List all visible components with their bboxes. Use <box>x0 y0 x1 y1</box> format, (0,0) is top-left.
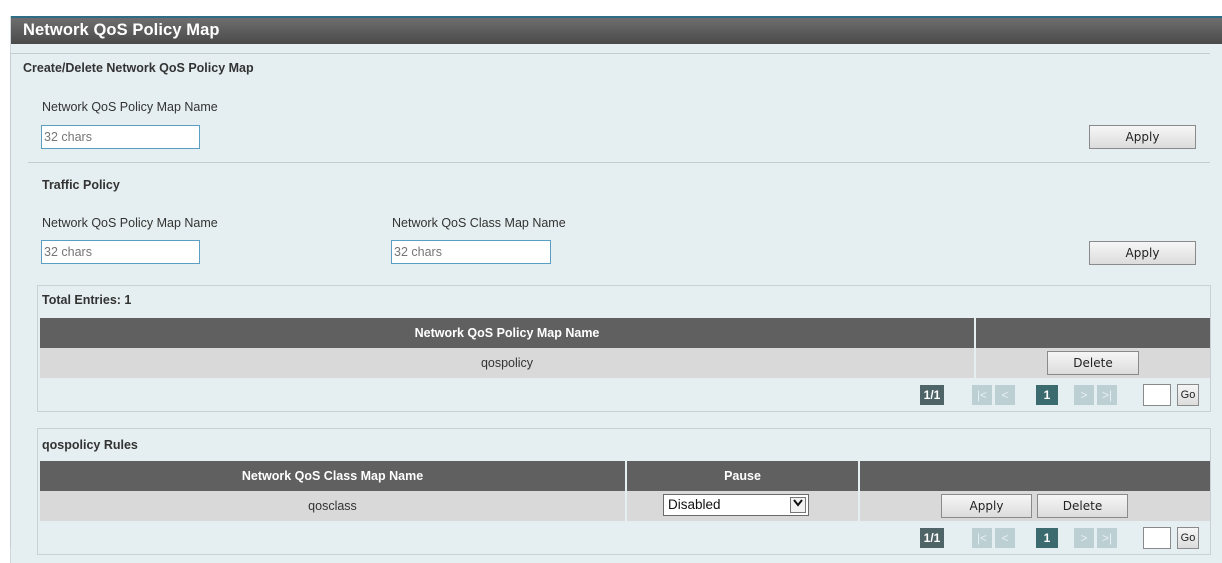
create-legend: Create/Delete Network QoS Policy Map <box>19 61 258 75</box>
create-apply-button[interactable]: Apply <box>1089 125 1196 149</box>
page-title: Network QoS Policy Map <box>23 21 220 39</box>
title-bar: Network QoS Policy Map <box>11 16 1222 44</box>
col-rule-actions <box>860 461 1210 491</box>
go-button[interactable]: Go <box>1177 384 1199 406</box>
last-page-button[interactable]: >| <box>1097 385 1117 405</box>
tp-policy-input[interactable] <box>41 240 200 264</box>
page-info: 1/1 <box>920 385 944 405</box>
pause-select-value: Disabled <box>668 497 721 512</box>
rules-current-page[interactable]: 1 <box>1036 528 1058 548</box>
policy-map-name-input[interactable] <box>41 125 200 149</box>
rules-next-page-button[interactable]: > <box>1074 528 1094 548</box>
traffic-policy-title: Traffic Policy <box>42 178 120 192</box>
policy-map-name-label: Network QoS Policy Map Name <box>42 100 218 114</box>
rules-prev-page-button[interactable]: < <box>995 528 1015 548</box>
tp-class-input[interactable] <box>391 240 551 264</box>
pause-select[interactable]: Disabled <box>663 494 809 516</box>
tp-apply-button[interactable]: Apply <box>1089 241 1196 265</box>
col-action <box>976 318 1210 348</box>
current-page[interactable]: 1 <box>1036 385 1058 405</box>
prev-page-button[interactable]: < <box>995 385 1015 405</box>
col-policy-map-name: Network QoS Policy Map Name <box>40 318 974 348</box>
section-divider <box>28 162 1210 163</box>
page-jump-input[interactable] <box>1143 384 1171 406</box>
rules-last-page-button[interactable]: >| <box>1097 528 1117 548</box>
rules-go-button[interactable]: Go <box>1177 527 1199 549</box>
rules-title: qospolicy Rules <box>42 438 138 452</box>
first-page-button[interactable]: |< <box>972 385 992 405</box>
policy-delete-button[interactable]: Delete <box>1047 351 1139 375</box>
col-pause: Pause <box>627 461 858 491</box>
rule-delete-button[interactable]: Delete <box>1037 494 1128 518</box>
tp-policy-label: Network QoS Policy Map Name <box>42 216 218 230</box>
rule-apply-button[interactable]: Apply <box>941 494 1032 518</box>
rules-page-info: 1/1 <box>920 528 944 548</box>
col-class-map-name: Network QoS Class Map Name <box>40 461 625 491</box>
total-entries: Total Entries: 1 <box>42 293 132 307</box>
rule-actions-cell <box>860 491 1210 521</box>
rule-class-name: qosclass <box>40 491 625 521</box>
next-page-button[interactable]: > <box>1074 385 1094 405</box>
rules-first-page-button[interactable]: |< <box>972 528 992 548</box>
chevron-down-icon[interactable] <box>790 497 806 513</box>
tp-class-label: Network QoS Class Map Name <box>392 216 566 230</box>
policy-row-name: qospolicy <box>40 348 974 378</box>
rules-page-jump-input[interactable] <box>1143 527 1171 549</box>
